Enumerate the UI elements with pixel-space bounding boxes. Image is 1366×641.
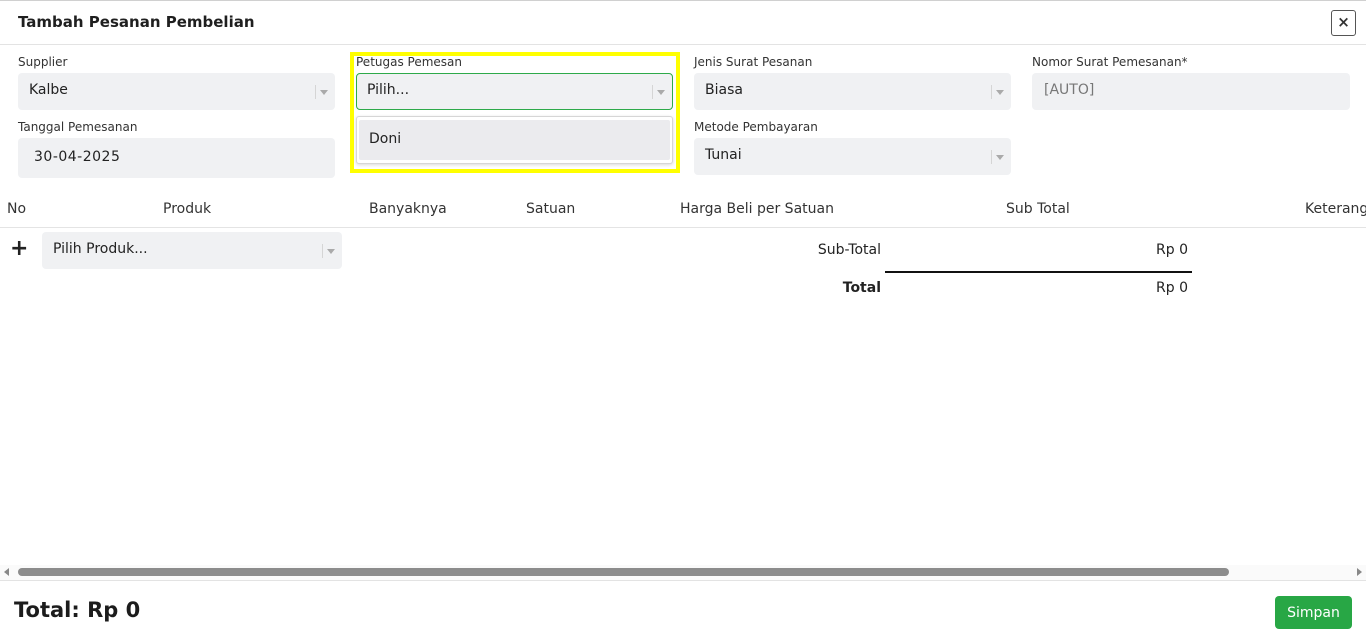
scrollbar-thumb[interactable] <box>18 568 1229 576</box>
column-header-produk: Produk <box>163 201 212 217</box>
jenis-surat-label: Jenis Surat Pesanan <box>694 55 813 69</box>
column-header-keterangan: Keterang <box>1305 201 1366 217</box>
tanggal-value: 30-04-2025 <box>34 149 121 165</box>
column-header-no: No <box>7 201 27 217</box>
subtotal-label: Sub-Total <box>817 242 881 258</box>
summary-divider <box>885 271 1192 273</box>
modal-title: Tambah Pesanan Pembelian <box>18 13 255 31</box>
supplier-value: Kalbe <box>29 82 68 98</box>
supplier-label: Supplier <box>18 55 68 69</box>
chevron-down-icon <box>991 150 1005 164</box>
tanggal-label: Tanggal Pemesanan <box>18 120 138 134</box>
add-row-button[interactable]: + <box>10 238 28 260</box>
nomor-surat-input[interactable]: [AUTO] <box>1032 73 1350 110</box>
subtotal-value: Rp 0 <box>1156 242 1188 258</box>
petugas-label: Petugas Pemesan <box>356 55 463 69</box>
dropdown-option-doni[interactable]: Doni <box>359 120 670 160</box>
petugas-select[interactable]: Pilih... <box>356 73 673 110</box>
close-icon: × <box>1337 13 1350 31</box>
total-label: Total <box>842 280 881 296</box>
petugas-dropdown: Doni <box>356 116 673 164</box>
supplier-select[interactable]: Kalbe <box>18 73 335 110</box>
footer-total: Total: Rp 0 <box>14 598 141 622</box>
tanggal-input[interactable]: 30-04-2025 <box>18 138 335 178</box>
column-header-satuan: Satuan <box>526 201 576 217</box>
jenis-surat-select[interactable]: Biasa <box>694 73 1011 110</box>
scroll-right-icon[interactable] <box>1357 568 1362 576</box>
nomor-surat-value: [AUTO] <box>1044 82 1095 98</box>
nomor-surat-label: Nomor Surat Pemesanan* <box>1032 55 1188 69</box>
modal-footer: Total: Rp 0 Simpan <box>0 580 1366 641</box>
column-header-subtotal: Sub Total <box>1006 201 1070 217</box>
metode-select[interactable]: Tunai <box>694 138 1011 175</box>
horizontal-scrollbar[interactable] <box>0 565 1366 580</box>
dropdown-option-label: Doni <box>369 131 402 147</box>
scroll-left-icon[interactable] <box>4 568 9 576</box>
save-button[interactable]: Simpan <box>1275 596 1352 629</box>
modal-header: Tambah Pesanan Pembelian × <box>0 0 1366 45</box>
column-header-harga: Harga Beli per Satuan <box>680 201 834 217</box>
metode-label: Metode Pembayaran <box>694 120 818 134</box>
chevron-down-icon <box>652 85 666 99</box>
product-placeholder: Pilih Produk... <box>53 241 148 257</box>
metode-value: Tunai <box>705 147 742 163</box>
petugas-placeholder: Pilih... <box>367 82 410 98</box>
table-divider <box>0 227 1366 228</box>
chevron-down-icon <box>322 244 336 258</box>
chevron-down-icon <box>315 85 329 99</box>
close-button[interactable]: × <box>1331 10 1356 36</box>
chevron-down-icon <box>991 85 1005 99</box>
column-header-banyaknya: Banyaknya <box>369 201 447 217</box>
product-select[interactable]: Pilih Produk... <box>42 232 342 269</box>
jenis-surat-value: Biasa <box>705 82 743 98</box>
total-value: Rp 0 <box>1156 280 1188 296</box>
